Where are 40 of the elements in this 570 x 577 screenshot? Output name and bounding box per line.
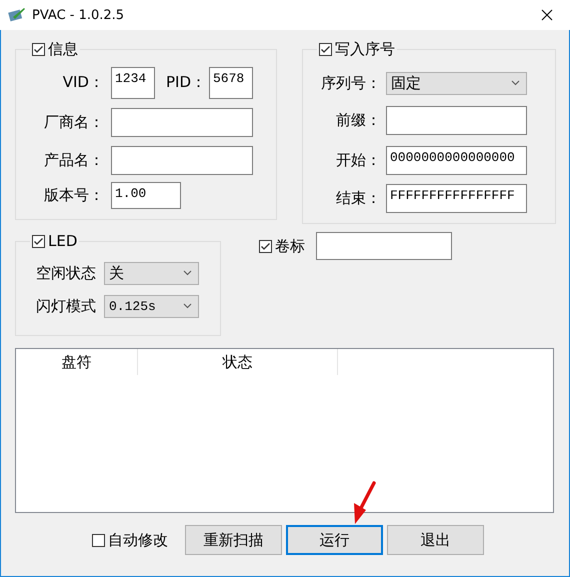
checkbox[interactable]	[259, 240, 272, 252]
field-label: 厂商名：	[43, 112, 104, 132]
checkbox[interactable]	[319, 42, 332, 56]
field-label: 结束：	[335, 188, 381, 208]
window-title: PVAC - 1.0.2.5	[32, 8, 124, 22]
input-field[interactable]: 1.00	[111, 182, 181, 208]
checkbox-label: LED	[48, 232, 78, 250]
checkbox-label: 卷标	[275, 236, 305, 256]
push-button[interactable]: 退出	[387, 525, 484, 555]
field-label: 产品名：	[43, 150, 104, 170]
dropdown[interactable]: 关	[104, 262, 199, 284]
app-icon	[8, 7, 26, 23]
field-label: 闪灯模式	[35, 296, 97, 316]
input-field[interactable]: 5678	[209, 66, 253, 98]
input-field[interactable]	[111, 146, 253, 174]
input-field[interactable]	[111, 108, 253, 136]
checkbox-label: 自动修改	[108, 530, 168, 550]
field-label: 前缀：	[335, 110, 381, 130]
checkbox[interactable]	[32, 42, 45, 56]
dropdown[interactable]: 0.125s	[104, 294, 199, 318]
input-field[interactable]: 0000000000000000	[386, 146, 527, 174]
push-button[interactable]: 运行	[286, 525, 383, 555]
input-field[interactable]: 1234	[111, 66, 155, 98]
checkbox[interactable]	[32, 234, 45, 248]
checkbox[interactable]	[92, 534, 105, 546]
checkbox-label: 写入序号	[335, 40, 395, 58]
field-label: 序列号：	[320, 74, 381, 92]
field-label: 空闲状态	[35, 264, 97, 282]
dropdown[interactable]: 固定	[386, 72, 527, 94]
field-label: VID：	[62, 73, 104, 92]
column-header[interactable]: 盘符	[16, 349, 138, 375]
input-field[interactable]: FFFFFFFFFFFFFFFF	[386, 184, 527, 212]
field-label: 版本号：	[43, 186, 104, 204]
push-button[interactable]: 重新扫描	[185, 525, 282, 555]
column-header[interactable]: 状态	[138, 349, 338, 375]
input-field[interactable]	[386, 106, 527, 134]
field-label: PID：	[166, 73, 203, 92]
input-field[interactable]	[316, 232, 452, 260]
field-label: 开始：	[335, 150, 381, 170]
checkbox-label: 信息	[48, 40, 78, 58]
